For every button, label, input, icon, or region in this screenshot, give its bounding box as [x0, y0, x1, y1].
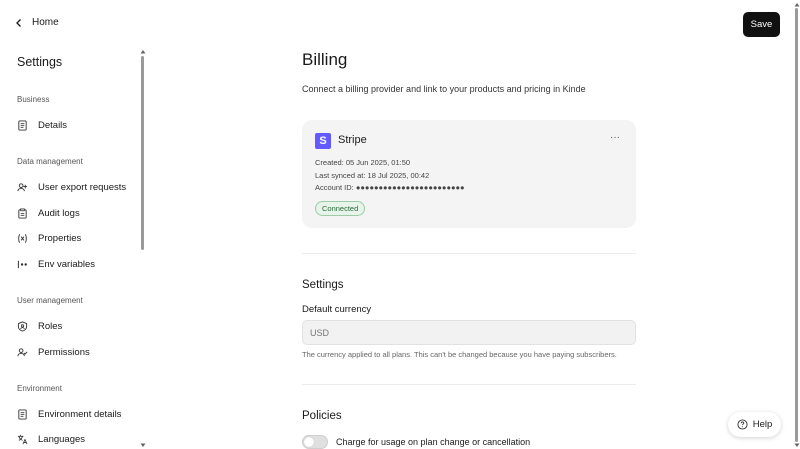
- billing-provider-card: S Stripe ··· Created: 05 Jun 2025, 01:50…: [302, 120, 636, 228]
- page-scrollbar-thumb[interactable]: [795, 8, 798, 442]
- clipboard-icon: [17, 208, 28, 219]
- settings-section-title: Settings: [302, 279, 344, 291]
- env-variables-icon: [17, 259, 28, 270]
- provider-account-id: Account ID: ●●●●●●●●●●●●●●●●●●●●●●●●: [315, 183, 465, 192]
- sidebar-item-label: Details: [38, 119, 68, 131]
- document-icon: [17, 408, 28, 420]
- save-button[interactable]: Save: [743, 12, 780, 37]
- charge-usage-toggle-label: Charge for usage on plan change or cance…: [336, 437, 531, 447]
- sidebar-item-roles[interactable]: Roles: [17, 318, 62, 334]
- page-scroll-down-arrow-icon[interactable]: [794, 443, 800, 448]
- user-export-icon: [17, 182, 28, 193]
- sidebar-item-label: Environment details: [38, 408, 122, 420]
- page-title: Billing: [302, 50, 348, 69]
- default-currency-input[interactable]: [302, 320, 636, 345]
- policies-section-title: Policies: [302, 410, 342, 422]
- default-currency-label: Default currency: [302, 304, 372, 315]
- more-options-button[interactable]: ···: [610, 132, 620, 143]
- sidebar-item-properties[interactable]: Properties: [17, 230, 81, 246]
- sidebar-item-label: Audit logs: [38, 207, 80, 219]
- user-check-icon: [17, 347, 28, 358]
- sidebar-item-environment-details[interactable]: Environment details: [17, 406, 121, 422]
- help-label: Help: [752, 419, 773, 430]
- sidebar-item-permissions[interactable]: Permissions: [17, 344, 90, 360]
- shield-icon: [17, 320, 28, 332]
- document-icon: [17, 119, 28, 131]
- help-button[interactable]: Help: [728, 412, 781, 437]
- toggle-knob: [304, 437, 314, 447]
- translate-icon: [17, 434, 28, 445]
- section-label-business: Business: [17, 95, 50, 104]
- status-badge: Connected: [315, 201, 366, 216]
- chevron-left-icon: [16, 18, 21, 27]
- section-label-data-management: Data management: [17, 157, 83, 166]
- sidebar-item-user-export-requests[interactable]: User export requests: [17, 179, 126, 195]
- sidebar-title: Settings: [17, 55, 63, 69]
- sidebar-item-label: Languages: [38, 433, 86, 445]
- page-scroll-up-arrow-icon[interactable]: [794, 2, 800, 7]
- home-link[interactable]: Home: [14, 17, 59, 28]
- sidebar-item-label: User export requests: [38, 181, 127, 193]
- sidebar-item-label: Roles: [38, 320, 63, 332]
- variable-icon: [17, 233, 28, 244]
- home-label: Home: [32, 17, 59, 28]
- sidebar-item-audit-logs[interactable]: Audit logs: [17, 205, 80, 221]
- sidebar-item-languages[interactable]: Languages: [17, 431, 85, 447]
- section-label-environment: Environment: [17, 384, 62, 393]
- sidebar-item-details[interactable]: Details: [17, 117, 67, 133]
- divider: [302, 384, 636, 385]
- section-label-user-management: User management: [17, 296, 83, 305]
- provider-created: Created: 05 Jun 2025, 01:50: [315, 158, 411, 167]
- currency-help-text: The currency applied to all plans. This …: [302, 350, 617, 359]
- charge-usage-toggle[interactable]: [302, 435, 328, 449]
- question-circle-icon: [737, 419, 748, 430]
- provider-last-synced: Last synced at: 18 Jul 2025, 00:42: [315, 171, 430, 180]
- provider-name: Stripe: [338, 134, 367, 146]
- sidebar: Home Settings Business Details Data mana…: [0, 0, 146, 449]
- page-subtitle: Connect a billing provider and link to y…: [302, 84, 586, 94]
- stripe-logo: S: [315, 133, 331, 149]
- divider: [302, 253, 636, 254]
- sidebar-item-label: Env variables: [38, 258, 96, 270]
- sidebar-item-label: Permissions: [38, 346, 90, 358]
- sidebar-item-env-variables[interactable]: Env variables: [17, 256, 95, 272]
- sidebar-scrollbar-thumb[interactable]: [141, 56, 144, 250]
- sidebar-item-label: Properties: [38, 232, 82, 244]
